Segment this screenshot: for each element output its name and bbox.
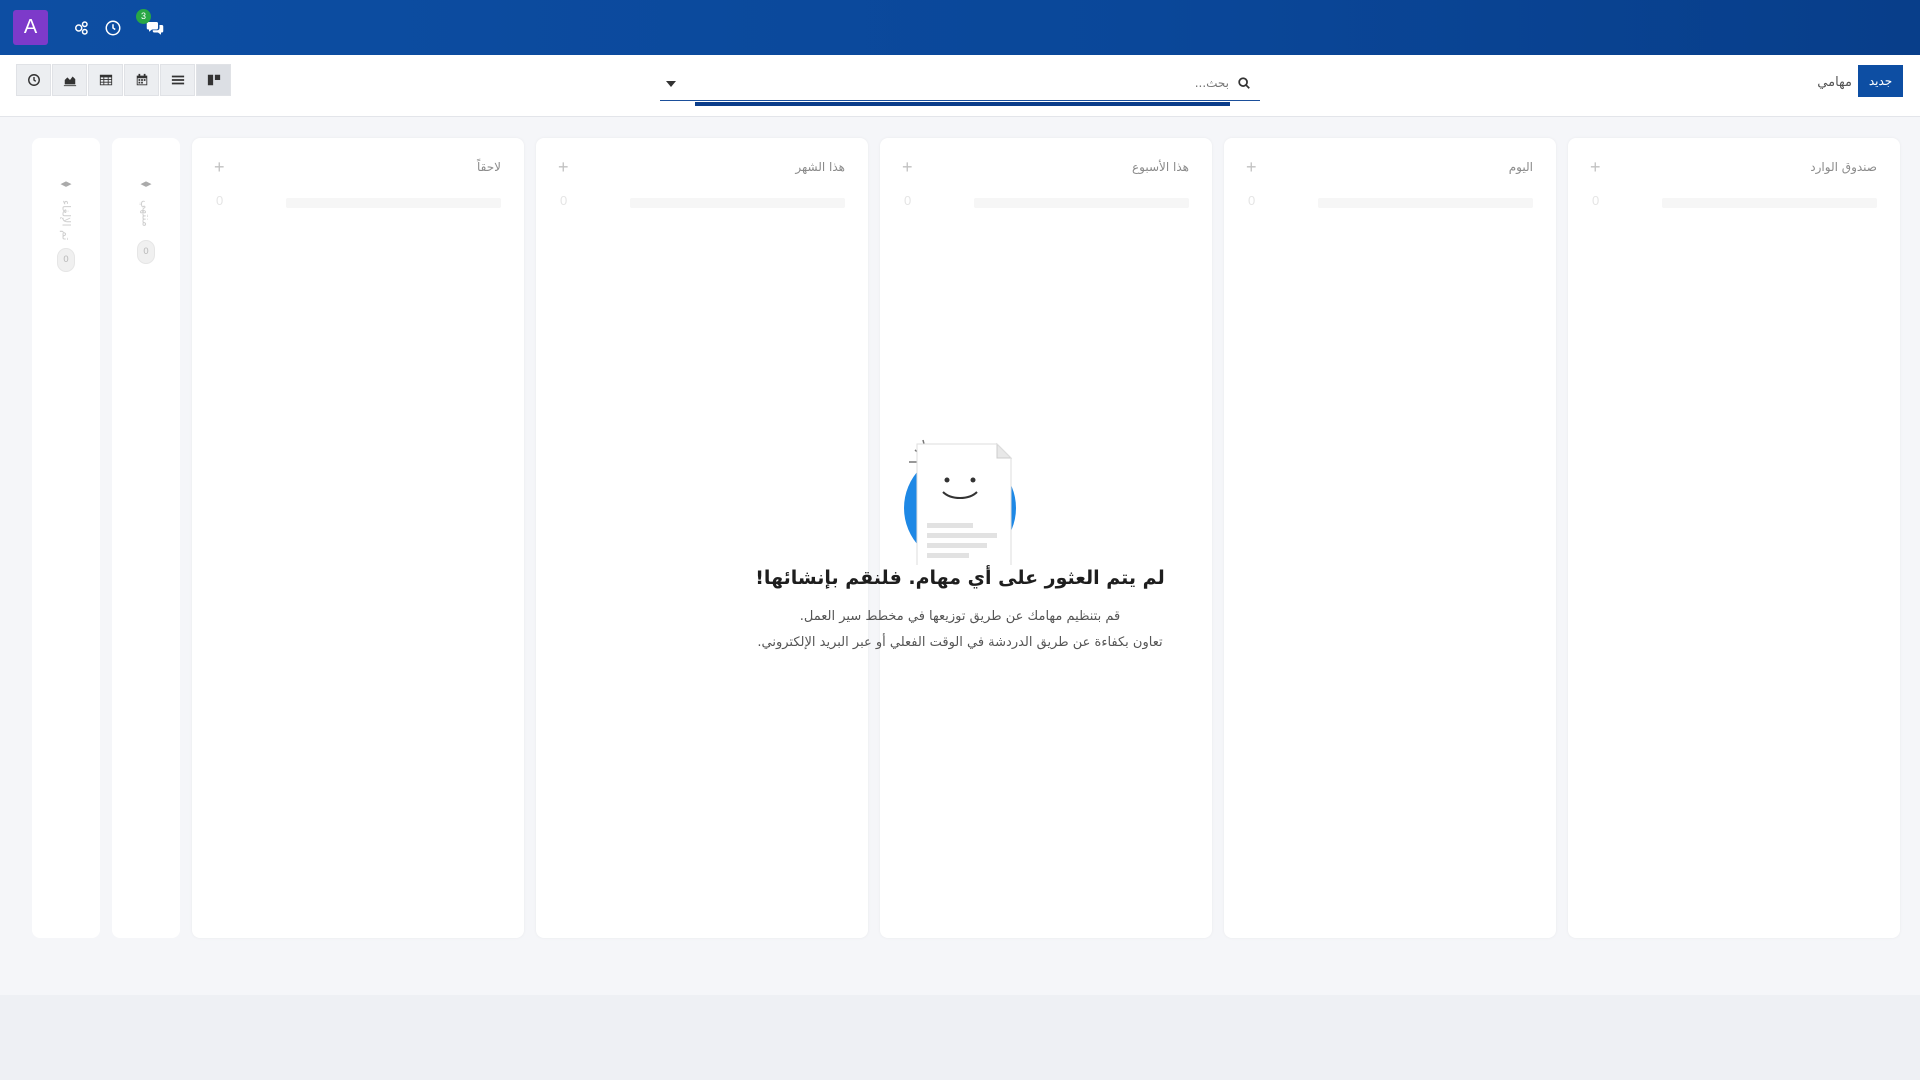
search-icon[interactable] <box>1237 75 1253 91</box>
add-task-icon[interactable]: + <box>1246 158 1257 176</box>
clock-icon <box>27 74 40 86</box>
column-count: 0 <box>1592 193 1600 208</box>
folded-column-count: 0 <box>57 248 75 272</box>
folded-column-title: منتهي <box>139 200 153 227</box>
column-count: 0 <box>1248 193 1256 208</box>
column-progress-bar <box>630 198 845 208</box>
empty-document-illustration <box>895 430 1025 569</box>
empty-state-title: لم يتم العثور على أي مهام. فلنقم بإنشائه… <box>755 567 1165 589</box>
column-progress-bar <box>286 198 501 208</box>
column-progress-bar <box>1318 198 1533 208</box>
pivot-view-button[interactable] <box>88 64 123 96</box>
user-avatar[interactable]: A <box>13 10 48 45</box>
column-title[interactable]: اليوم <box>1509 160 1533 174</box>
clock-icon[interactable] <box>102 17 124 39</box>
table-icon <box>99 74 112 86</box>
calendar-icon <box>136 73 147 86</box>
kanban-view-button[interactable] <box>196 64 231 96</box>
column-progress-bar <box>1662 198 1877 208</box>
column-title[interactable]: هذا الشهر <box>795 160 845 174</box>
empty-state-description: قم بتنظيم مهامك عن طريق توزيعها في مخطط … <box>710 604 1210 656</box>
add-task-icon[interactable]: + <box>558 158 569 176</box>
view-switcher <box>16 64 232 96</box>
board-footer-area <box>0 995 1920 1080</box>
kanban-column-later: لاحقاً + 0 <box>192 138 524 938</box>
add-task-icon[interactable]: + <box>1590 158 1601 176</box>
folded-column-title: تم الإلغاء <box>59 200 73 241</box>
search-progress-bar <box>695 102 1230 106</box>
column-progress-bar <box>974 198 1189 208</box>
list-icon <box>171 75 184 85</box>
search-bar <box>660 67 1260 106</box>
breadcrumb: مهامي <box>1817 75 1852 90</box>
folded-column-count: 0 <box>137 240 155 264</box>
area-chart-icon <box>63 76 76 87</box>
messages-badge: 3 <box>136 8 151 24</box>
add-task-icon[interactable]: + <box>214 158 225 176</box>
unfold-arrows-icon[interactable]: ◂▸ <box>112 177 180 190</box>
kanban-column-today: اليوم + 0 <box>1224 138 1556 938</box>
activity-icon[interactable] <box>70 17 92 39</box>
top-navbar: A 3 <box>0 0 1920 55</box>
control-panel: مهامي جديد <box>0 55 1920 117</box>
column-title[interactable]: لاحقاً <box>477 160 501 174</box>
column-title[interactable]: صندوق الوارد <box>1810 160 1877 174</box>
messages-icon[interactable]: 3 <box>136 8 168 39</box>
folded-column-cancelled[interactable]: ◂▸ تم الإلغاء 0 <box>32 138 100 938</box>
activity-view-button[interactable] <box>16 64 51 96</box>
column-count: 0 <box>904 193 912 208</box>
graph-view-button[interactable] <box>52 64 87 96</box>
column-count: 0 <box>560 193 568 208</box>
column-count: 0 <box>216 193 224 208</box>
unfold-arrows-icon[interactable]: ◂▸ <box>32 177 100 190</box>
calendar-view-button[interactable] <box>124 64 159 96</box>
kanban-icon <box>207 74 220 86</box>
kanban-column-inbox: صندوق الوارد + 0 <box>1568 138 1900 938</box>
new-button[interactable]: جديد <box>1858 65 1903 97</box>
column-title[interactable]: هذا الأسبوع <box>1132 160 1189 174</box>
empty-state-line: تعاون بكفاءة عن طريق الدردشة في الوقت ال… <box>757 635 1163 650</box>
empty-state-line: قم بتنظيم مهامك عن طريق توزيعها في مخطط … <box>799 609 1121 624</box>
search-input[interactable] <box>694 71 1229 95</box>
empty-state: لم يتم العثور على أي مهام. فلنقم بإنشائه… <box>710 430 1210 656</box>
search-options-toggle[interactable] <box>666 81 676 87</box>
folded-column-done[interactable]: ◂▸ منتهي 0 <box>112 138 180 938</box>
list-view-button[interactable] <box>160 64 195 96</box>
add-task-icon[interactable]: + <box>902 158 913 176</box>
